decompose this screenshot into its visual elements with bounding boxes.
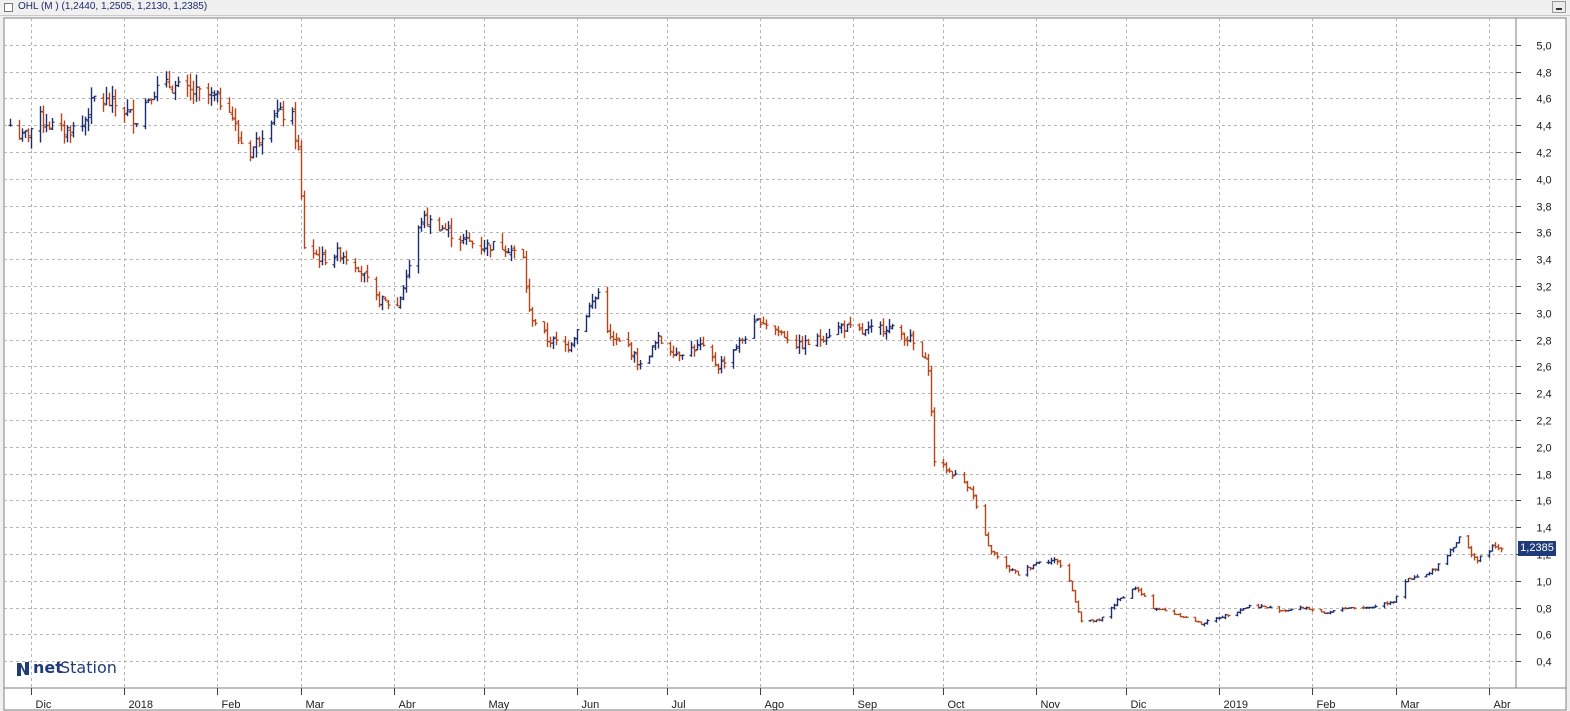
y-tick-label: 2,2: [1536, 416, 1551, 428]
window-title: OHL (M ) (1,2440, 1,2505, 1,2130, 1,2385…: [18, 1, 208, 12]
x-tick-label: 2018: [129, 699, 153, 711]
y-tick-label: 5,0: [1536, 41, 1551, 53]
y-tick-label: 1,8: [1536, 470, 1551, 482]
x-tick-label: Jul: [672, 699, 686, 711]
y-tick-label: 3,8: [1536, 202, 1551, 214]
y-tick-label: 1,6: [1536, 496, 1551, 508]
x-tick-label: Abr: [1494, 699, 1511, 711]
price-chart: 0,40,60,81,01,21,41,61,82,02,22,42,62,83…: [3, 17, 1567, 711]
y-tick-label: 2,4: [1536, 389, 1551, 401]
x-tick-label: 2019: [1224, 699, 1248, 711]
x-tick-label: Feb: [1317, 699, 1336, 711]
y-tick-label: 0,8: [1536, 604, 1551, 616]
y-tick-label: 0,6: [1536, 630, 1551, 642]
minimize-button[interactable]: [1552, 1, 1566, 13]
y-tick-label: 4,6: [1536, 94, 1551, 106]
x-tick-label: Oct: [948, 699, 965, 711]
window-titlebar: OHL (M ) (1,2440, 1,2505, 1,2130, 1,2385…: [0, 0, 1570, 16]
last-price-tag: 1,2385: [1518, 541, 1556, 557]
y-tick-label: 1,4: [1536, 523, 1551, 535]
window-icon[interactable]: [4, 3, 13, 12]
logo-station-text: Station: [60, 658, 117, 677]
x-tick-label: Abr: [399, 699, 416, 711]
y-tick-label: 3,0: [1536, 309, 1551, 321]
y-tick-label: 4,0: [1536, 175, 1551, 187]
x-tick-label: Mar: [306, 699, 325, 711]
x-tick-label: Ago: [765, 699, 785, 711]
y-tick-label: 0,4: [1536, 657, 1551, 669]
x-tick-label: Nov: [1041, 699, 1061, 711]
logo-net-text: net: [33, 658, 63, 677]
y-tick-label: 2,8: [1536, 336, 1551, 348]
x-tick-label: Dic: [1131, 699, 1147, 711]
x-tick-label: Mar: [1401, 699, 1420, 711]
x-tick-label: Dic: [36, 699, 52, 711]
y-tick-label: 3,6: [1536, 228, 1551, 240]
y-tick-label: 1,0: [1536, 577, 1551, 589]
x-tick-label: May: [489, 699, 510, 711]
x-tick-label: Jun: [582, 699, 600, 711]
x-tick-label: Sep: [858, 699, 878, 711]
y-tick-label: 2,0: [1536, 443, 1551, 455]
y-tick-label: 2,6: [1536, 362, 1551, 374]
y-tick-label: 4,8: [1536, 68, 1551, 80]
x-tick-label: Feb: [222, 699, 241, 711]
plot-area: [3, 17, 1517, 689]
y-tick-label: 3,4: [1536, 255, 1551, 267]
netstation-logo-icon: [17, 662, 29, 676]
y-tick-label: 3,2: [1536, 282, 1551, 294]
y-tick-label: 4,2: [1536, 148, 1551, 160]
y-tick-label: 4,4: [1536, 121, 1551, 133]
